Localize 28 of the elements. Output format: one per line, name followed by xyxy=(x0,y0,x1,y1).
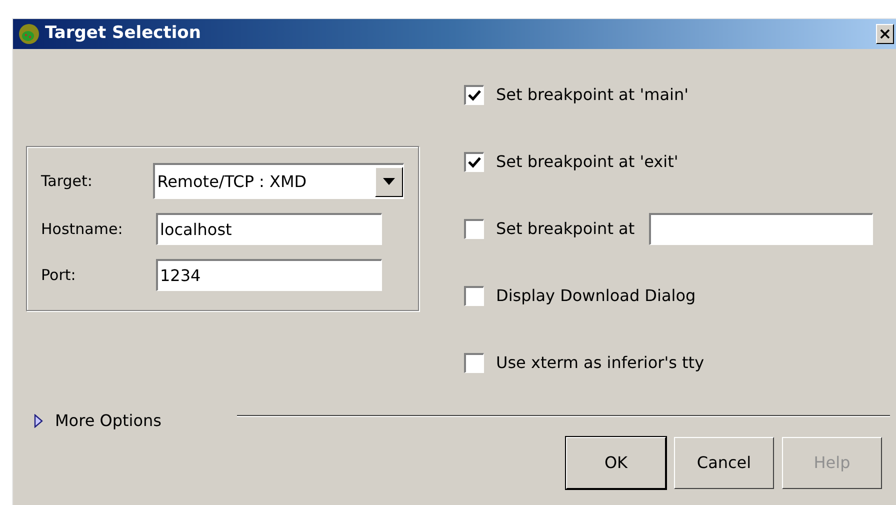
checkbox-label: Use xterm as inferior's tty xyxy=(496,352,704,374)
dropdown-button[interactable] xyxy=(375,166,403,196)
target-combo[interactable]: Remote/TCP : XMD xyxy=(153,163,404,199)
field-label: Target: xyxy=(41,170,94,192)
bug-icon xyxy=(17,22,41,46)
field-label: Hostname: xyxy=(41,218,124,240)
check-icon xyxy=(468,156,481,168)
close-button[interactable]: × xyxy=(876,24,894,44)
window-title: Target Selection xyxy=(45,22,201,46)
checkbox-label: Set breakpoint at 'main' xyxy=(496,84,688,106)
checkbox[interactable] xyxy=(464,152,484,172)
text-field[interactable]: 1234 xyxy=(156,259,382,291)
checkbox[interactable] xyxy=(464,352,484,372)
dialog-button[interactable]: OK xyxy=(566,437,666,489)
checkbox-label: Set breakpoint at xyxy=(496,218,635,240)
checkbox[interactable] xyxy=(464,84,484,104)
checkbox[interactable] xyxy=(464,218,484,238)
dialog-button[interactable]: Cancel xyxy=(674,437,774,489)
more-options-toggle[interactable]: More Options xyxy=(34,409,162,433)
checkbox-label: Display Download Dialog xyxy=(496,284,696,306)
text-field[interactable]: localhost xyxy=(156,213,382,245)
caret-icon xyxy=(383,178,395,185)
check-icon xyxy=(468,90,481,100)
breakpoint-field[interactable] xyxy=(648,212,873,244)
checkbox-label: Set breakpoint at 'exit' xyxy=(496,150,678,172)
expand-triangle-icon xyxy=(34,414,43,428)
field-label: Port: xyxy=(41,264,77,286)
checkbox[interactable] xyxy=(464,286,484,306)
